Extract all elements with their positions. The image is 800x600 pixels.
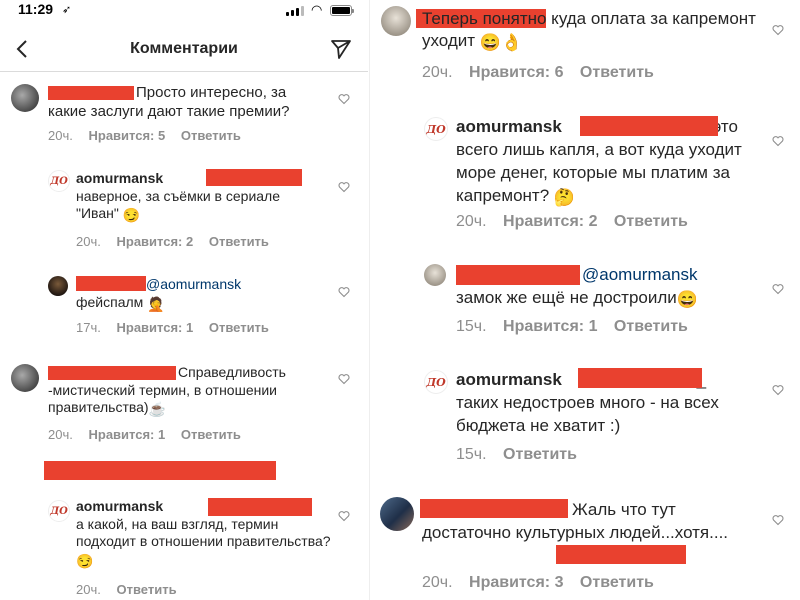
comment-time: 20ч.	[76, 234, 101, 249]
smirk-emoji: 😏	[122, 207, 141, 223]
heart-icon[interactable]	[772, 283, 784, 295]
like-count[interactable]: Нравится: 6	[469, 64, 563, 81]
avatar[interactable]	[381, 6, 411, 36]
reply-button[interactable]: Ответить	[181, 427, 241, 442]
avatar[interactable]: ДО	[424, 117, 448, 141]
comment-meta: 20ч. Нравится: 3 Ответить	[422, 574, 666, 592]
reply-button[interactable]: Ответить	[209, 234, 269, 249]
redacted-text	[206, 169, 302, 186]
like-count[interactable]: Нравится: 5	[88, 128, 165, 143]
heart-icon[interactable]	[772, 24, 784, 36]
comment-text: @aomurmansk замок же ещё не достроили😄	[456, 264, 756, 312]
comment-meta: 17ч. Нравится: 1 Ответить	[76, 320, 281, 335]
left-screenshot: 11:29 ➶ ◠ Комментарии Просто интересно, …	[0, 0, 368, 600]
avatar[interactable]	[48, 276, 68, 296]
wifi-icon: ◠	[311, 2, 323, 17]
comment-meta: 20ч. Нравится: 1 Ответить	[48, 427, 253, 442]
avatar[interactable]	[380, 497, 414, 531]
grin-ok-emoji: 😄👌	[479, 33, 523, 53]
comment-meta: 20ч. Нравится: 2 Ответить	[456, 213, 700, 231]
page-title: Комментарии	[130, 40, 238, 57]
redacted-text	[208, 498, 312, 516]
like-count[interactable]: Нравится: 1	[116, 320, 193, 335]
heart-icon[interactable]	[772, 135, 784, 147]
avatar[interactable]: ДО	[48, 170, 70, 192]
avatar[interactable]	[11, 364, 39, 392]
mention-link[interactable]: @aomurmansk	[582, 265, 698, 284]
like-count[interactable]: Нравится: 3	[469, 574, 563, 591]
facepalm-emoji: 🤦	[147, 295, 165, 312]
comment-text: @aomurmansk фейспалм 🤦	[76, 276, 242, 312]
avatar[interactable]: ДО	[48, 500, 70, 522]
comment-text: Жаль что тут достаточно культурных людей…	[422, 500, 729, 543]
comment-username[interactable]: aomurmansk	[76, 498, 163, 514]
mention-link[interactable]: @aomurmansk	[146, 276, 241, 292]
comment-time: 15ч.	[456, 446, 487, 463]
comment-username[interactable]: aomurmansk	[456, 370, 562, 389]
comment-meta: 20ч. Нравится: 2 Ответить	[76, 234, 281, 249]
grin-emoji: 😄	[676, 289, 698, 309]
redacted-text	[556, 545, 686, 564]
comment-time: 17ч.	[76, 320, 101, 335]
screenshot-divider	[369, 0, 375, 600]
nav-bar: Комментарии	[0, 28, 368, 72]
heart-icon[interactable]	[772, 514, 784, 526]
avatar[interactable]	[11, 84, 39, 112]
reply-button[interactable]: Ответить	[580, 574, 654, 591]
heart-icon[interactable]	[338, 373, 350, 385]
comment-meta: 20ч. Нравится: 6 Ответить	[422, 64, 666, 82]
like-count[interactable]: Нравится: 2	[116, 234, 193, 249]
comment-username[interactable]: aomurmansk	[456, 117, 562, 136]
comment-text: Просто интересно, за какие заслуги дают …	[48, 84, 290, 120]
heart-icon[interactable]	[338, 181, 350, 193]
like-count[interactable]: Нравится: 1	[503, 318, 597, 335]
avatar[interactable]	[424, 264, 446, 286]
comment-time: 20ч.	[422, 574, 453, 591]
reply-button[interactable]: Ответить	[181, 128, 241, 143]
comment-meta: 20ч. Ответить	[76, 582, 189, 597]
coffee-emoji: ☕	[148, 401, 167, 417]
battery-icon	[330, 5, 354, 16]
status-time: 11:29	[18, 1, 54, 17]
comment-time: 20ч.	[456, 213, 487, 230]
thinking-emoji: 🤔	[553, 187, 576, 207]
comment-meta: 15ч. Ответить	[456, 446, 589, 464]
redacted-block	[44, 461, 276, 480]
comment-text: Справедливость -мистический термин, в от…	[48, 364, 286, 417]
reply-button[interactable]: Ответить	[580, 64, 654, 81]
redacted-text	[578, 368, 702, 388]
heart-icon[interactable]	[338, 93, 350, 105]
comment-text: Теперь понятно куда оплата за капремонт …	[422, 8, 772, 54]
comment-meta: 15ч. Нравится: 1 Ответить	[456, 318, 700, 336]
reply-button[interactable]: Ответить	[503, 446, 577, 463]
status-bar: 11:29 ➶ ◠	[0, 0, 368, 20]
comment-time: 20ч.	[76, 582, 101, 597]
comment-meta: 20ч. Нравится: 5 Ответить	[48, 128, 253, 143]
heart-icon[interactable]	[338, 286, 350, 298]
comment-time: 20ч.	[48, 427, 73, 442]
heart-icon[interactable]	[338, 510, 350, 522]
heart-icon[interactable]	[772, 384, 784, 396]
redacted-text	[580, 116, 718, 136]
location-icon: ➶	[62, 4, 72, 16]
paper-plane-icon[interactable]	[330, 38, 352, 60]
reply-button[interactable]: Ответить	[209, 320, 269, 335]
avatar[interactable]: ДО	[424, 370, 448, 394]
reply-button[interactable]: Ответить	[614, 318, 688, 335]
right-screenshot: Теперь понятно куда оплата за капремонт …	[376, 0, 800, 600]
cellular-signal-icon	[286, 6, 306, 16]
like-count[interactable]: Нравится: 2	[503, 213, 597, 230]
comment-time: 15ч.	[456, 318, 487, 335]
comment-time: 20ч.	[422, 64, 453, 81]
like-count[interactable]: Нравится: 1	[88, 427, 165, 442]
comment-username[interactable]: aomurmansk	[76, 170, 163, 186]
comment-time: 20ч.	[48, 128, 73, 143]
smirk-emoji: 😏	[76, 552, 94, 569]
reply-button[interactable]: Ответить	[116, 582, 176, 597]
reply-button[interactable]: Ответить	[614, 213, 688, 230]
